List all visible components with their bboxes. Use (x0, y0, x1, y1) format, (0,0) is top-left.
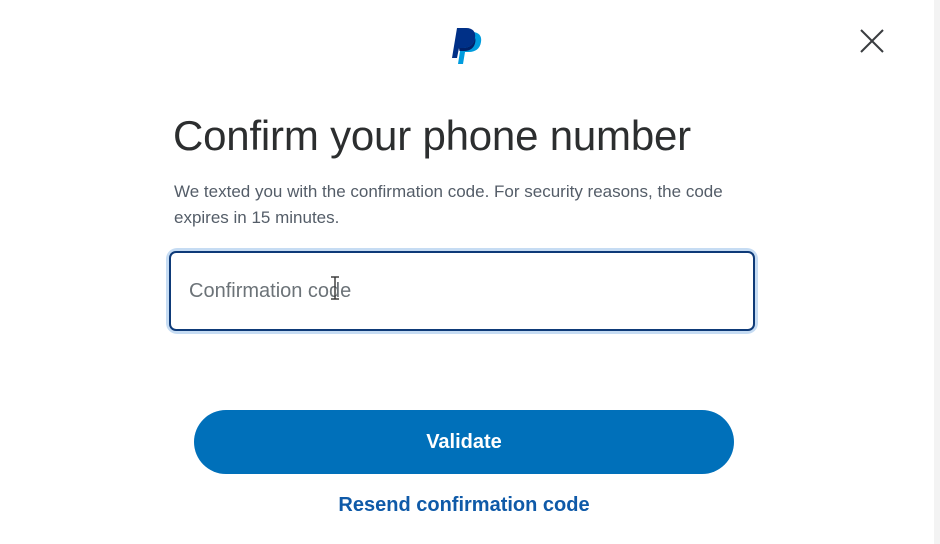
validate-button[interactable]: Validate (194, 410, 734, 474)
close-icon[interactable] (856, 25, 888, 57)
resend-code-link[interactable]: Resend confirmation code (194, 494, 734, 517)
paypal-logo-icon (452, 28, 482, 64)
confirmation-code-input[interactable] (169, 251, 755, 331)
page-subtitle: We texted you with the confirmation code… (174, 182, 723, 227)
confirm-phone-modal: Confirm your phone number We texted you … (0, 0, 940, 544)
scrollbar-track (934, 0, 940, 544)
code-input-wrapper (169, 251, 755, 331)
text-cursor-icon (331, 276, 339, 300)
page-title: Confirm your phone number (173, 112, 691, 159)
